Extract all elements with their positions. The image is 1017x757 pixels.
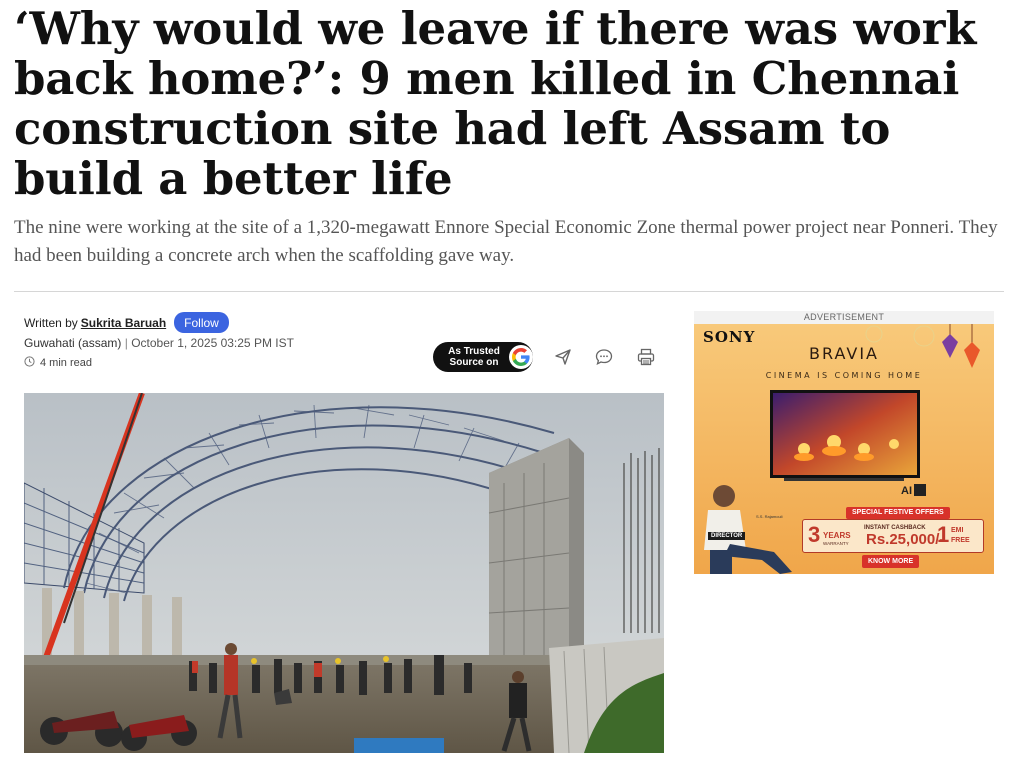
publish-date: October 1, 2025 03:25 PM IST bbox=[131, 336, 294, 350]
article-subheadline: The nine were working at the site of a 1… bbox=[14, 217, 998, 266]
comment-icon[interactable] bbox=[592, 345, 616, 369]
warranty-label: WARRANTY bbox=[823, 541, 849, 546]
separator: | bbox=[124, 336, 128, 350]
emi-number: 1 bbox=[937, 522, 950, 547]
author-link[interactable]: Sukrita Baruah bbox=[81, 316, 166, 330]
article-photo bbox=[24, 393, 664, 753]
ai-badge: AI bbox=[901, 485, 912, 497]
know-more-button[interactable]: KNOW MORE bbox=[862, 555, 920, 568]
location-text: Guwahati (assam) bbox=[24, 336, 122, 350]
clock-icon bbox=[24, 356, 35, 370]
advertisement-label: ADVERTISEMENT bbox=[694, 311, 994, 324]
share-icon[interactable] bbox=[551, 345, 575, 369]
google-icon bbox=[509, 345, 533, 369]
follow-button[interactable]: Follow bbox=[174, 312, 229, 333]
written-by-label: Written by bbox=[24, 315, 78, 330]
divider bbox=[14, 291, 1004, 292]
special-offers-badge: SPECIAL FESTIVE OFFERS bbox=[846, 507, 950, 519]
print-icon[interactable] bbox=[634, 345, 658, 369]
warranty-years: YEARS bbox=[823, 531, 851, 540]
emi-label: EMI bbox=[951, 527, 964, 534]
emi-free: FREE bbox=[951, 537, 970, 544]
ad-endorser: S.S. Rajamouli bbox=[756, 514, 783, 519]
read-time-text: 4 min read bbox=[40, 357, 92, 369]
warranty-number: 3 bbox=[808, 522, 821, 547]
byline: Written by Sukrita Baruah Follow bbox=[24, 312, 229, 333]
sony-bravia-ad[interactable]: SONY BRAVIA CINEMA IS COMING HOME AI S.S… bbox=[694, 324, 994, 574]
ad-product: BRAVIA bbox=[809, 344, 879, 363]
dateline: Guwahati (assam) | October 1, 2025 03:25… bbox=[24, 336, 294, 350]
article-headline: ‘Why would we leave if there was work ba… bbox=[14, 2, 977, 205]
ad-tagline: CINEMA IS COMING HOME bbox=[765, 371, 923, 380]
director-tag: DIRECTOR bbox=[708, 532, 746, 540]
cashback-value: Rs.25,000/- bbox=[866, 531, 945, 548]
trusted-source-google-button[interactable]: As Trusted Source on bbox=[433, 342, 533, 372]
read-time: 4 min read bbox=[24, 356, 92, 370]
trusted-source-text: As Trusted Source on bbox=[448, 346, 500, 368]
